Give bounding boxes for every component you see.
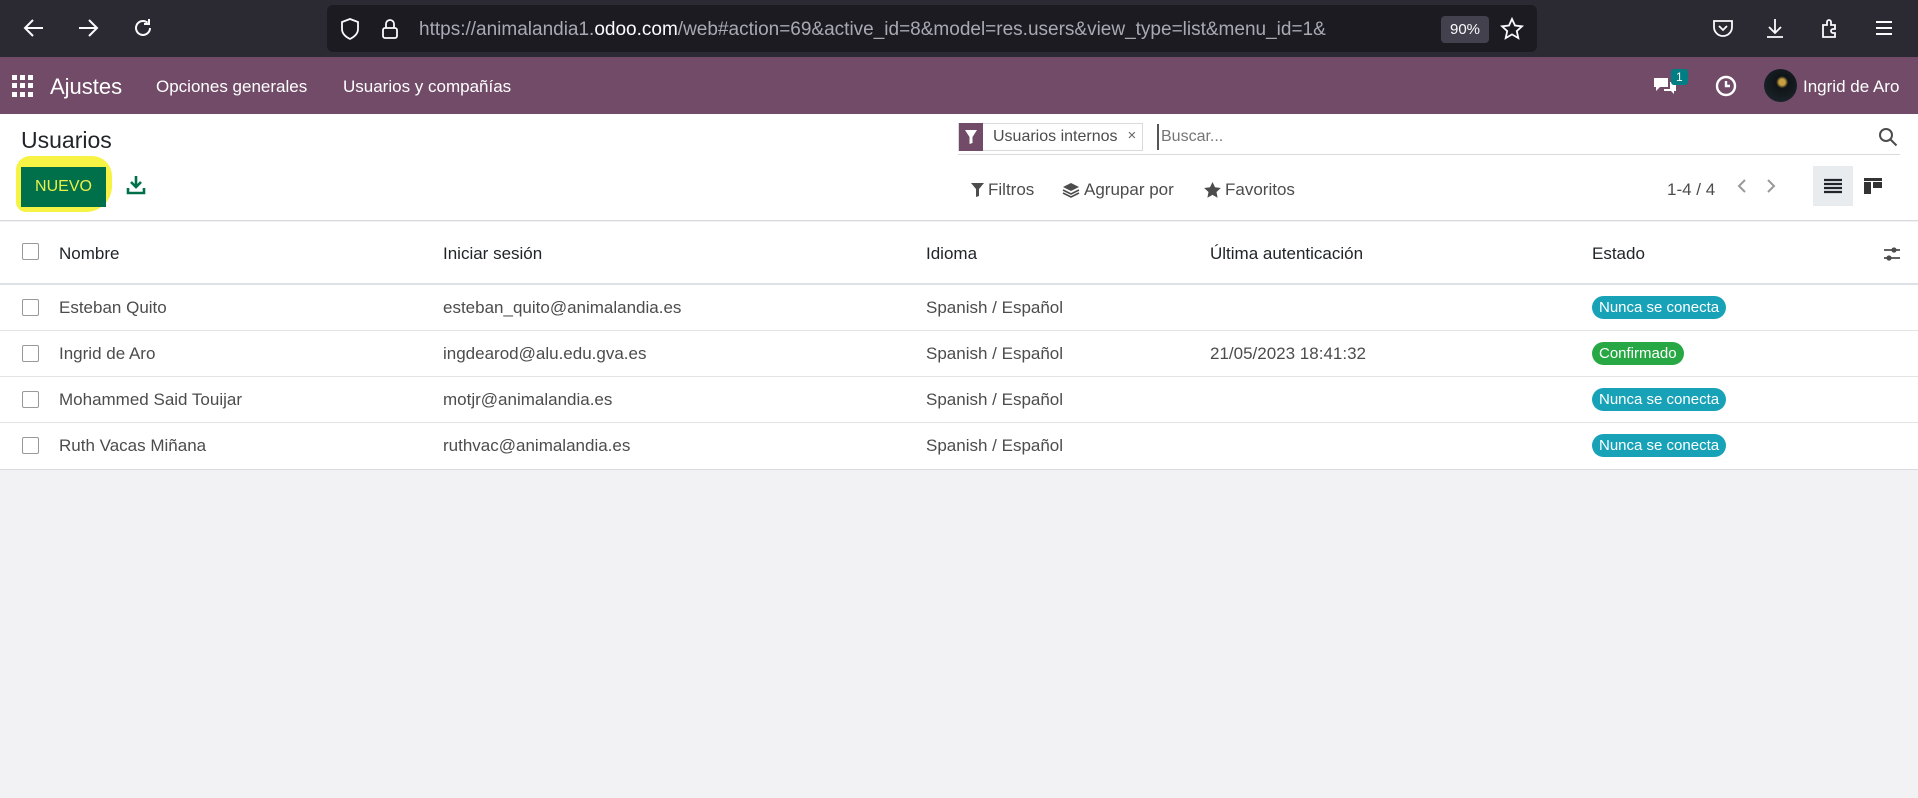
favorites-button[interactable]: Favoritos <box>1204 180 1295 200</box>
avatar[interactable] <box>1764 69 1797 102</box>
search-bar: Usuarios internos × <box>958 121 1900 155</box>
cell-name: Esteban Quito <box>59 298 167 317</box>
cell-login: esteban_quito@animalandia.es <box>443 298 682 317</box>
app-brand[interactable]: Ajustes <box>50 74 122 100</box>
column-header-last-auth[interactable]: Última autenticación <box>1210 244 1363 264</box>
cell-login: motjr@animalandia.es <box>443 390 613 409</box>
status-badge: Nunca se conecta <box>1592 296 1727 319</box>
select-all-checkbox[interactable] <box>22 243 39 260</box>
row-checkbox[interactable] <box>22 345 39 362</box>
menu-general-settings[interactable]: Opciones generales <box>156 77 307 97</box>
table-row[interactable]: Esteban Quito esteban_quito@animalandia.… <box>0 285 1918 331</box>
pager-next-icon[interactable] <box>1763 176 1783 202</box>
list-header: Nombre Iniciar sesión Idioma Última aute… <box>0 222 1918 285</box>
table-row[interactable]: Ingrid de Aro ingdearod@alu.edu.gva.es S… <box>0 331 1918 377</box>
cell-last-auth: 21/05/2023 18:41:32 <box>1210 344 1366 363</box>
back-icon[interactable] <box>16 10 52 46</box>
cell-language: Spanish / Español <box>926 344 1064 363</box>
table-row[interactable]: Ruth Vacas Miñana ruthvac@animalandia.es… <box>0 423 1918 469</box>
kanban-view-icon[interactable] <box>1853 166 1893 206</box>
shield-icon[interactable] <box>337 16 363 42</box>
app-menu-icon[interactable] <box>12 75 34 97</box>
user-menu[interactable]: Ingrid de Aro <box>1803 77 1899 97</box>
favorites-label: Favoritos <box>1225 180 1295 199</box>
new-button[interactable]: NUEVO <box>21 167 106 207</box>
cell-login: ingdearod@alu.edu.gva.es <box>443 344 647 363</box>
cell-login: ruthvac@animalandia.es <box>443 436 631 455</box>
url-text[interactable]: https://animalandia1.odoo.com/web#action… <box>419 19 1419 41</box>
list-view-icon[interactable] <box>1813 166 1853 206</box>
column-header-language[interactable]: Idioma <box>926 244 977 264</box>
search-facet[interactable]: Usuarios internos × <box>958 123 1144 151</box>
star-icon <box>1204 182 1221 198</box>
column-header-name[interactable]: Nombre <box>59 244 119 264</box>
facet-label: Usuarios internos <box>993 128 1118 145</box>
message-count-badge: 1 <box>1671 69 1688 85</box>
extensions-icon[interactable] <box>1812 10 1848 46</box>
table-row[interactable]: Mohammed Said Touijar motjr@animalandia.… <box>0 377 1918 423</box>
filters-label: Filtros <box>988 180 1035 199</box>
cell-name: Ruth Vacas Miñana <box>59 436 207 455</box>
menu-users-companies[interactable]: Usuarios y compañías <box>343 77 511 97</box>
group-by-label: Agrupar por <box>1084 180 1174 199</box>
status-badge: Confirmado <box>1592 342 1684 365</box>
pager-value[interactable]: 1-4 / 4 <box>1667 180 1715 200</box>
cell-name: Mohammed Said Touijar <box>59 390 242 409</box>
search-input[interactable] <box>1157 124 1757 150</box>
row-checkbox[interactable] <box>22 299 39 316</box>
cell-name: Ingrid de Aro <box>59 344 156 363</box>
downloads-icon[interactable] <box>1757 10 1793 46</box>
status-badge: Nunca se conecta <box>1592 388 1727 411</box>
filter-facet-icon <box>959 123 983 151</box>
address-bar[interactable]: https://animalandia1.odoo.com/web#action… <box>327 5 1537 52</box>
filters-button[interactable]: Filtros <box>971 180 1034 200</box>
layers-icon <box>1062 183 1080 198</box>
column-header-state[interactable]: Estado <box>1592 244 1645 264</box>
group-by-button[interactable]: Agrupar por <box>1062 180 1174 200</box>
bookmark-star-icon[interactable] <box>1499 16 1525 42</box>
column-header-login[interactable]: Iniciar sesión <box>443 244 542 264</box>
reload-icon[interactable] <box>125 10 161 46</box>
lock-icon[interactable] <box>377 16 403 42</box>
menu-icon[interactable] <box>1866 10 1902 46</box>
zoom-level[interactable]: 90% <box>1441 16 1490 43</box>
filter-icon <box>971 183 984 197</box>
download-icon[interactable] <box>125 174 147 196</box>
facet-remove-icon[interactable]: × <box>1128 124 1143 150</box>
status-badge: Nunca se conecta <box>1592 434 1727 457</box>
pager-previous-icon[interactable] <box>1734 176 1754 202</box>
cell-language: Spanish / Español <box>926 390 1064 409</box>
search-icon[interactable] <box>1878 127 1898 147</box>
row-checkbox[interactable] <box>22 437 39 454</box>
page-title: Usuarios <box>21 127 112 153</box>
control-panel: Usuarios NUEVO Usuarios internos × Filtr… <box>0 114 1918 221</box>
users-list: Nombre Iniciar sesión Idioma Última aute… <box>0 222 1918 470</box>
pocket-icon[interactable] <box>1705 10 1741 46</box>
cell-language: Spanish / Español <box>926 436 1064 455</box>
row-checkbox[interactable] <box>22 391 39 408</box>
forward-icon[interactable] <box>70 10 106 46</box>
cell-language: Spanish / Español <box>926 298 1064 317</box>
odoo-navbar: Ajustes Opciones generales Usuarios y co… <box>0 57 1918 114</box>
browser-toolbar: https://animalandia1.odoo.com/web#action… <box>0 0 1918 57</box>
activity-clock-icon[interactable] <box>1714 74 1740 98</box>
optional-columns-icon[interactable] <box>1882 244 1902 264</box>
